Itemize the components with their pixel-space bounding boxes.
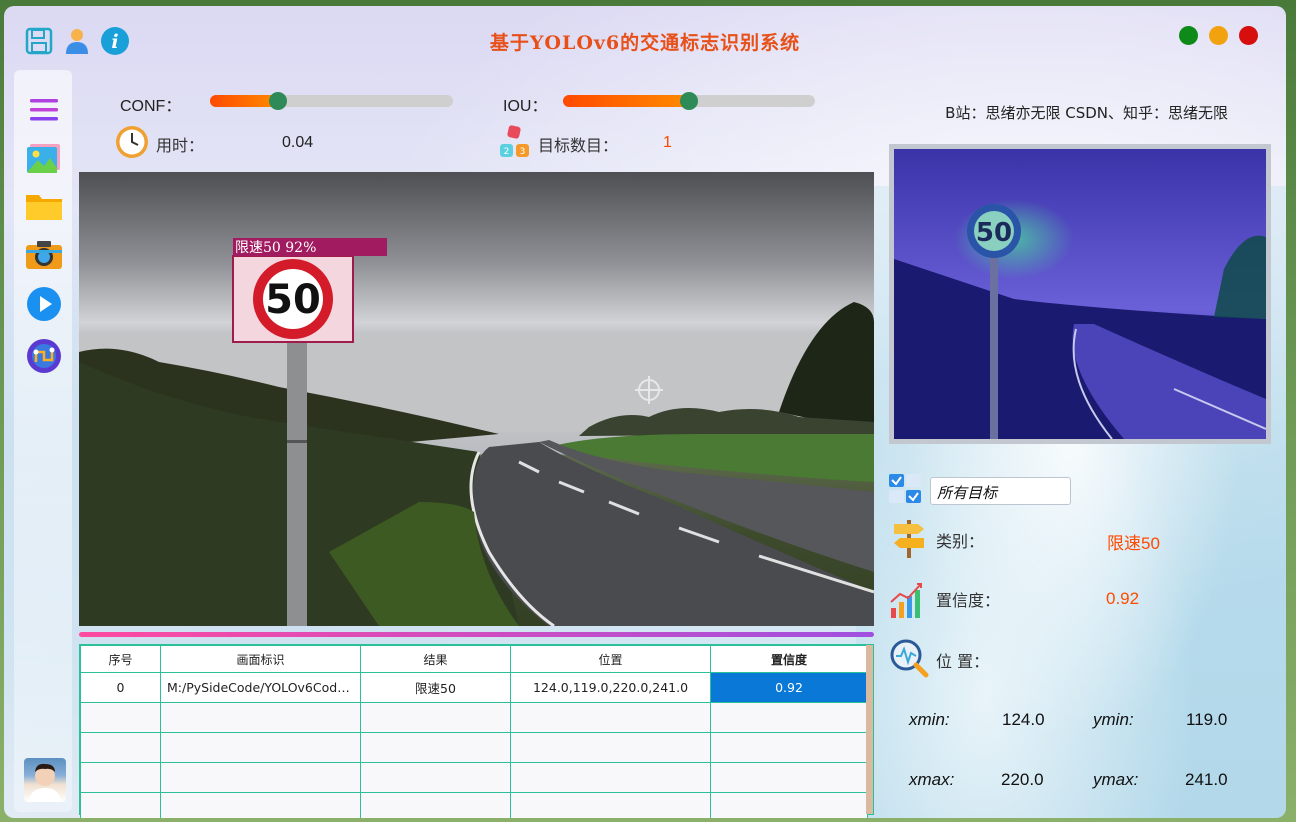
xmin-label: xmin: xyxy=(909,710,950,729)
model-icon[interactable] xyxy=(24,336,64,376)
image-icon[interactable] xyxy=(24,138,64,178)
table-header-row: 序号 画面标识 结果 位置 置信度 xyxy=(80,645,868,673)
sign-text: 50 xyxy=(265,277,321,323)
iou-slider-handle[interactable] xyxy=(680,92,698,110)
minimize-button[interactable] xyxy=(1179,26,1198,45)
iou-label: IOU： xyxy=(503,98,548,115)
heatmap-frame: 50 xyxy=(889,144,1271,444)
xmax-label: xmax: xyxy=(909,770,955,789)
svg-text:2: 2 xyxy=(504,147,510,157)
target-filter-select[interactable]: 所有目标 xyxy=(930,477,1071,505)
folder-icon[interactable] xyxy=(24,186,64,226)
svg-text:50: 50 xyxy=(976,218,1012,248)
window-controls xyxy=(1179,26,1258,45)
signpost-icon xyxy=(892,518,926,562)
app-title: 基于YOLOv6的交通标志识别系统 xyxy=(489,32,801,54)
xmax-value: 220.0 xyxy=(1001,770,1044,789)
svg-text:3: 3 xyxy=(520,147,526,157)
conf-label: CONF： xyxy=(120,98,182,115)
play-icon[interactable] xyxy=(24,284,64,324)
class-label: 类别： xyxy=(936,532,985,551)
table-row[interactable]: 0 M:/PySideCode/YOLOv6Code/... 限速50 124.… xyxy=(80,672,868,703)
xmin-value: 124.0 xyxy=(1002,710,1045,729)
clock-icon xyxy=(114,124,150,164)
col-header-index[interactable]: 序号 xyxy=(80,645,161,673)
col-header-source[interactable]: 画面标识 xyxy=(160,645,361,673)
app-window: i 基于YOLOv6的交通标志识别系统 CONF： IOU： B站：思绪亦无限 … xyxy=(4,6,1286,818)
social-text: B站：思绪亦无限 CSDN、知乎：思绪无限 xyxy=(945,104,1228,122)
col-header-confidence[interactable]: 置信度 xyxy=(710,645,868,673)
results-table[interactable]: 序号 画面标识 结果 位置 置信度 0 M:/PySideCode/YOLOv6… xyxy=(79,644,874,818)
conf-slider[interactable] xyxy=(210,92,453,110)
cell-index[interactable]: 0 xyxy=(80,672,161,703)
avatar[interactable] xyxy=(24,758,66,802)
conf-slider-fill xyxy=(210,95,279,107)
target-count-icon: 23 xyxy=(498,124,532,164)
table-row-empty[interactable] xyxy=(80,732,868,763)
cell-source[interactable]: M:/PySideCode/YOLOv6Code/... xyxy=(160,672,361,703)
count-value: 1 xyxy=(663,134,672,151)
menu-icon[interactable] xyxy=(24,90,64,130)
box-label: 限速50 92% xyxy=(235,240,316,256)
iou-slider-fill xyxy=(563,95,689,107)
ymin-label: ymin: xyxy=(1093,710,1134,729)
camera-icon[interactable] xyxy=(24,234,64,274)
ymax-label: ymax: xyxy=(1093,770,1139,789)
table-row-empty[interactable] xyxy=(80,702,868,733)
ymin-value: 119.0 xyxy=(1186,710,1228,729)
detection-image: 50 限速50 92% xyxy=(79,172,874,626)
divider-line xyxy=(79,632,874,637)
magnifier-icon xyxy=(888,638,930,682)
sidebar xyxy=(14,70,72,812)
col-header-position[interactable]: 位置 xyxy=(510,645,711,673)
position-label: 位 置： xyxy=(936,652,990,671)
class-value: 限速50 xyxy=(1107,534,1160,553)
cell-position[interactable]: 124.0,119.0,220.0,241.0 xyxy=(510,672,711,703)
time-value: 0.04 xyxy=(282,134,314,151)
iou-slider[interactable] xyxy=(563,92,815,110)
cell-result[interactable]: 限速50 xyxy=(360,672,511,703)
confidence-value: 0.92 xyxy=(1106,589,1140,608)
checkbox-icon xyxy=(888,472,924,510)
confidence-label: 置信度： xyxy=(936,591,1001,610)
ymax-value: 241.0 xyxy=(1185,770,1228,789)
conf-slider-handle[interactable] xyxy=(269,92,288,110)
table-row-empty[interactable] xyxy=(80,792,868,818)
count-label: 目标数目： xyxy=(538,136,619,155)
time-label: 用时： xyxy=(156,136,205,155)
col-header-result[interactable]: 结果 xyxy=(360,645,511,673)
cell-confidence[interactable]: 0.92 xyxy=(710,672,868,703)
road-scene-svg: 50 限速50 92% xyxy=(79,172,874,626)
bar-chart-icon xyxy=(888,580,928,624)
table-row-empty[interactable] xyxy=(80,762,868,793)
close-button[interactable] xyxy=(1239,26,1258,45)
heatmap-image: 50 xyxy=(894,149,1266,439)
table-scrollbar[interactable] xyxy=(866,645,873,814)
maximize-button[interactable] xyxy=(1209,26,1228,45)
